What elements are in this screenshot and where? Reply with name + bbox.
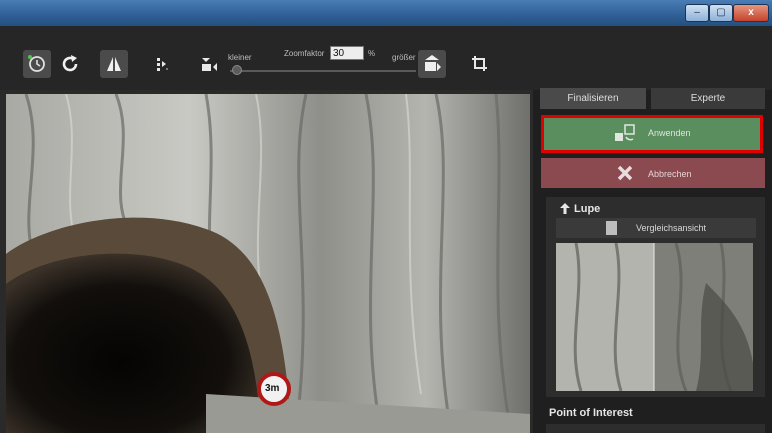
zoom-in-icon — [425, 55, 441, 71]
magnifier-preview-image — [556, 243, 753, 391]
point-of-interest-title: Point of Interest — [549, 407, 633, 419]
zoom-slider-handle[interactable] — [232, 65, 242, 75]
compare-icon — [107, 57, 121, 71]
zoom-label: Zoomfaktor — [284, 49, 325, 58]
height-limit-text: 3m — [265, 383, 280, 394]
close-button[interactable]: x — [733, 4, 769, 22]
history-icon — [28, 55, 45, 72]
cancel-label: Abbrechen — [648, 169, 692, 179]
apply-label: Anwenden — [648, 128, 691, 138]
history-button[interactable] — [23, 50, 51, 78]
redo-button[interactable] — [57, 50, 85, 78]
zoom-larger-label: größer — [392, 53, 416, 62]
redo-icon — [62, 55, 78, 72]
close-icon — [617, 165, 633, 181]
zoom-unit: % — [368, 49, 376, 58]
apply-icon — [615, 124, 635, 141]
window-titlebar: – ▢ x — [0, 0, 772, 26]
zoom-out-button[interactable] — [196, 50, 224, 78]
minimize-button[interactable]: – — [685, 4, 709, 22]
crop-rotate-icon — [472, 56, 487, 71]
maximize-button[interactable]: ▢ — [709, 4, 733, 22]
move-button[interactable] — [148, 50, 176, 78]
compare-view-label: Vergleichsansicht — [636, 223, 707, 233]
zoom-out-icon — [202, 58, 217, 71]
zoom-in-button[interactable] — [418, 50, 446, 78]
collapse-arrow-icon[interactable] — [560, 203, 570, 214]
zoom-smaller-label: kleiner — [228, 53, 252, 62]
tab-experte[interactable]: Experte — [651, 88, 765, 109]
magnifier-title: Lupe — [574, 203, 601, 215]
tab-finalisieren[interactable]: Finalisieren — [540, 88, 646, 109]
magnifier-preview — [556, 243, 753, 391]
zoom-input[interactable]: 30 — [330, 46, 364, 60]
compare-button[interactable] — [100, 50, 128, 78]
zoom-slider-track[interactable] — [230, 70, 416, 72]
move-icon — [157, 58, 168, 71]
compare-view-checkbox[interactable] — [606, 221, 617, 235]
point-of-interest-controls[interactable] — [546, 424, 765, 433]
crop-rotate-button[interactable] — [466, 50, 494, 78]
